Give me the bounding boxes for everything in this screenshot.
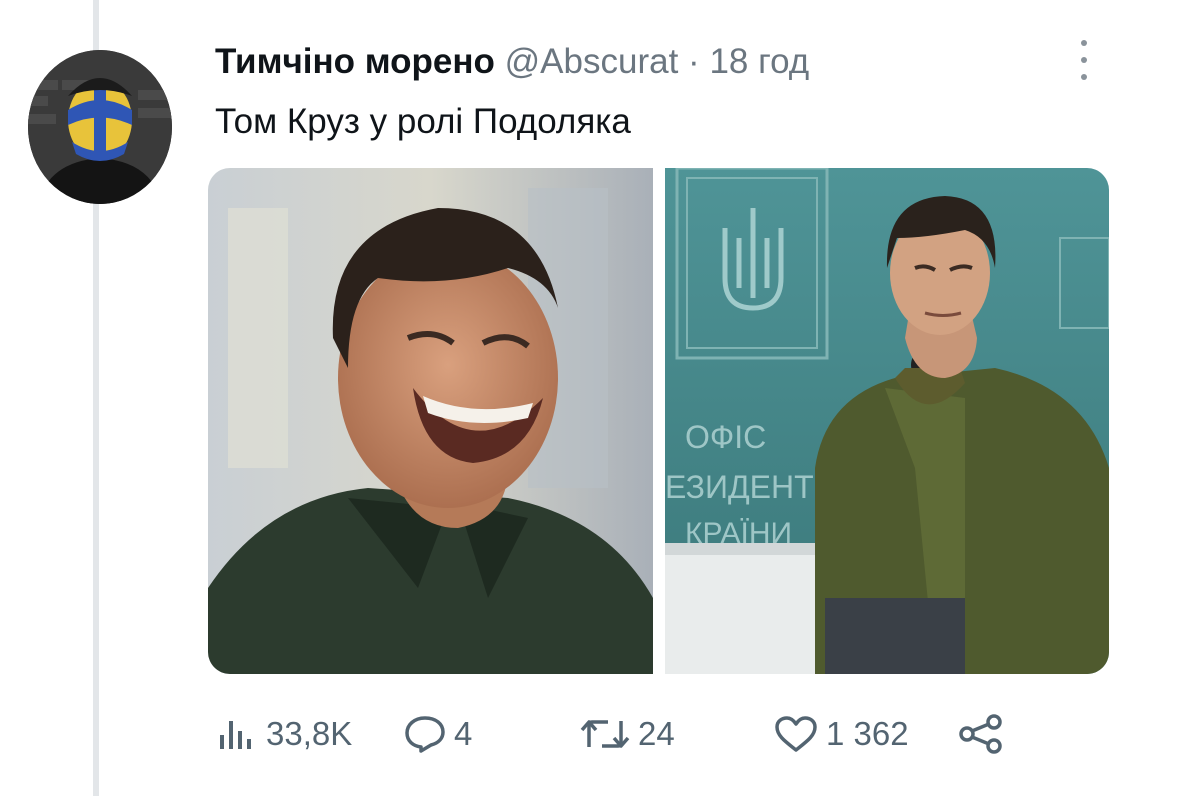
tweet-actions: 33,8K 4 24 1 362 bbox=[0, 706, 1200, 762]
share-button[interactable] bbox=[958, 706, 1004, 762]
photo-right[interactable]: ОФІС ЕЗИДЕНТ КРАЇНИ bbox=[665, 168, 1109, 674]
media-grid: ОФІС ЕЗИДЕНТ КРАЇНИ bbox=[208, 168, 1109, 674]
heart-icon bbox=[775, 716, 817, 752]
more-dot bbox=[1081, 40, 1087, 46]
photo-right-image: ОФІС ЕЗИДЕНТ КРАЇНИ bbox=[665, 168, 1109, 674]
retweet-count: 24 bbox=[638, 715, 675, 752]
views-button[interactable]: 33,8K bbox=[218, 706, 352, 762]
avatar[interactable] bbox=[28, 50, 172, 204]
like-count: 1 362 bbox=[826, 715, 909, 752]
meta-separator: · bbox=[688, 42, 700, 81]
tweet-time[interactable]: 18 год bbox=[709, 42, 809, 81]
retweet-button[interactable]: 24 bbox=[580, 706, 675, 762]
reply-icon bbox=[405, 716, 445, 753]
views-icon bbox=[220, 721, 251, 749]
more-dot bbox=[1081, 74, 1087, 80]
views-count: 33,8K bbox=[266, 715, 353, 752]
like-button[interactable]: 1 362 bbox=[774, 706, 909, 762]
tweet-header: Тимчіно морено @Abscurat · 18 год bbox=[215, 40, 809, 84]
retweet-icon bbox=[580, 720, 630, 748]
backdrop-text-1: ОФІС bbox=[685, 419, 766, 455]
reply-button[interactable]: 4 bbox=[404, 706, 472, 762]
reply-count: 4 bbox=[454, 715, 473, 752]
photo-left[interactable] bbox=[208, 168, 653, 674]
more-options-icon[interactable] bbox=[1074, 40, 1094, 80]
more-dot bbox=[1081, 57, 1087, 63]
avatar-image bbox=[28, 50, 172, 204]
author-handle[interactable]: @Abscurat bbox=[505, 42, 679, 81]
photo-left-image bbox=[208, 168, 653, 674]
tweet-text: Том Круз у ролі Подоляка bbox=[215, 102, 631, 141]
share-icon bbox=[959, 714, 1002, 754]
backdrop-text-2: ЕЗИДЕНТ bbox=[665, 469, 814, 505]
author-name[interactable]: Тимчіно морено bbox=[215, 42, 495, 81]
